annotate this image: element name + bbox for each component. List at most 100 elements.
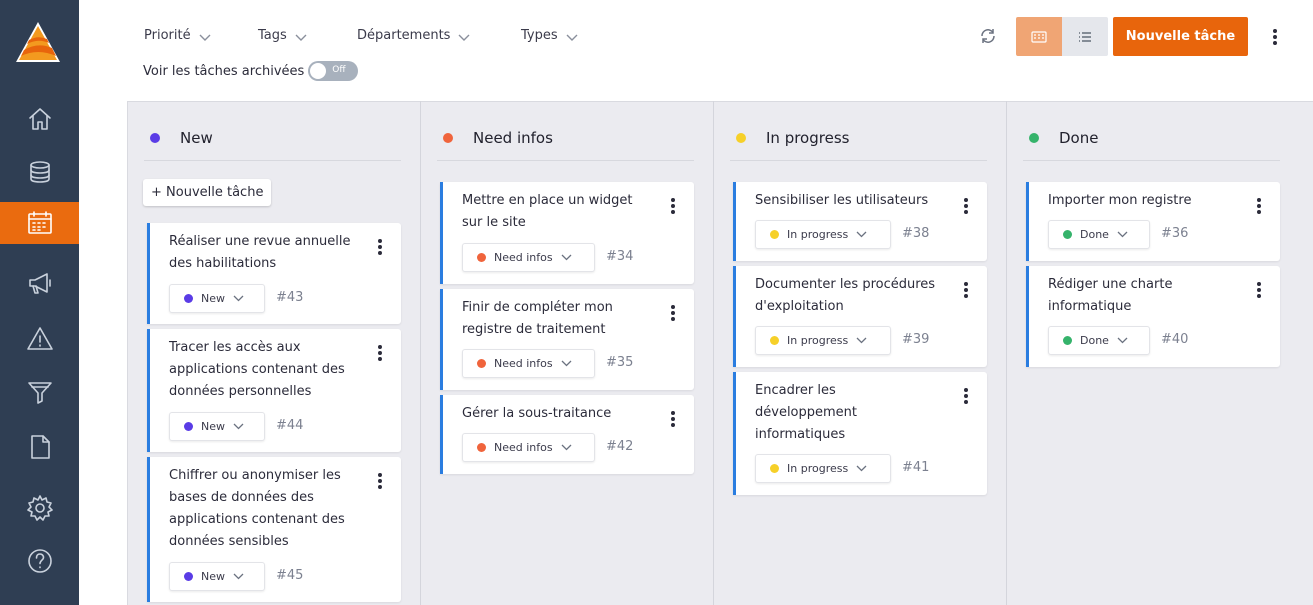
chevron-down-icon — [1117, 228, 1128, 241]
sidebar-item-risks[interactable] — [0, 318, 79, 360]
status-dropdown[interactable]: New — [169, 562, 265, 591]
chevron-down-icon — [561, 251, 572, 264]
status-dot — [770, 230, 779, 239]
sidebar-item-settings[interactable] — [0, 487, 79, 529]
task-card[interactable]: Réaliser une revue annuelle des habilita… — [147, 223, 401, 324]
card-more-button[interactable] — [1256, 198, 1262, 214]
task-card[interactable]: Documenter les procédures d'exploitation… — [733, 266, 987, 367]
add-task-button[interactable]: + Nouvelle tâche — [143, 179, 272, 206]
column-in-progress: In progress Sensibiliser les utilisateur… — [714, 101, 1007, 605]
status-dropdown[interactable]: New — [169, 284, 265, 313]
filter-priority[interactable]: Priorité — [144, 28, 211, 43]
archive-toggle[interactable]: Off — [308, 61, 359, 81]
task-title: Chiffrer ou anonymiser les bases de donn… — [169, 468, 345, 549]
status-label: New — [201, 570, 225, 583]
toggle-knob — [310, 63, 327, 79]
task-id: #40 — [1161, 332, 1189, 347]
refresh-button[interactable] — [979, 27, 999, 47]
task-title: Importer mon registre — [1048, 193, 1192, 208]
card-more-button[interactable] — [963, 198, 969, 214]
task-id: #38 — [902, 226, 930, 241]
sidebar-item-filter[interactable] — [0, 371, 79, 413]
status-dot — [1063, 230, 1072, 239]
new-task-button[interactable]: Nouvelle tâche — [1113, 17, 1248, 56]
card-more-button[interactable] — [670, 411, 676, 427]
chevron-down-icon — [233, 420, 244, 433]
status-dropdown[interactable]: Need infos — [462, 243, 595, 272]
card-more-button[interactable] — [377, 473, 383, 489]
kanban-view-button[interactable] — [1016, 17, 1062, 56]
sidebar-item-documents[interactable] — [0, 426, 79, 468]
task-card[interactable]: Encadrer les développement informatiques… — [733, 372, 987, 495]
status-dot — [770, 336, 779, 345]
archive-filter: Voir les tâches archivées Off — [143, 61, 359, 81]
card-more-button[interactable] — [1256, 282, 1262, 298]
sidebar-item-home[interactable] — [0, 98, 79, 140]
sidebar-item-communication[interactable] — [0, 262, 79, 304]
task-card[interactable]: Finir de compléter mon registre de trait… — [440, 289, 694, 390]
task-id: #44 — [276, 418, 304, 433]
status-label: New — [201, 292, 225, 305]
column-new: New + Nouvelle tâche Réaliser une revue … — [128, 101, 421, 605]
status-dropdown[interactable]: Done — [1048, 326, 1150, 355]
sidebar-item-database[interactable] — [0, 151, 79, 193]
task-card[interactable]: Tracer les accès aux applications conten… — [147, 329, 401, 452]
status-label: Done — [1080, 334, 1109, 347]
filter-types[interactable]: Types — [521, 28, 578, 43]
status-label: New — [201, 420, 225, 433]
task-card[interactable]: Importer mon registre Done #36 — [1026, 182, 1280, 261]
card-more-button[interactable] — [377, 345, 383, 361]
task-id: #45 — [276, 568, 304, 583]
task-card[interactable]: Rédiger une charte informatique Done #40 — [1026, 266, 1280, 367]
filter-tags-label: Tags — [258, 28, 287, 43]
status-dropdown[interactable]: Need infos — [462, 349, 595, 378]
warning-icon — [26, 327, 53, 350]
more-options-button[interactable] — [1268, 26, 1282, 48]
help-icon — [27, 549, 52, 573]
chevron-down-icon — [233, 570, 244, 583]
status-dropdown[interactable]: In progress — [755, 454, 891, 483]
column-need-infos: Need infos Mettre en place un widget sur… — [421, 101, 714, 605]
task-card[interactable]: Chiffrer ou anonymiser les bases de donn… — [147, 457, 401, 602]
task-title: Finir de compléter mon registre de trait… — [462, 300, 613, 337]
column-title: New — [180, 129, 213, 147]
sidebar-item-calendar[interactable] — [0, 202, 79, 244]
chevron-down-icon — [233, 292, 244, 305]
status-label: In progress — [787, 462, 849, 475]
dot — [1273, 29, 1277, 33]
task-title: Encadrer les développement informatiques — [755, 383, 858, 442]
task-id: #39 — [902, 332, 930, 347]
column-header: New — [144, 129, 401, 161]
column-header: Need infos — [437, 129, 694, 161]
card-more-button[interactable] — [670, 305, 676, 321]
calendar-icon — [27, 211, 52, 234]
card-more-button[interactable] — [963, 282, 969, 298]
filter-tags[interactable]: Tags — [258, 28, 307, 43]
task-card[interactable]: Sensibiliser les utilisateurs In progres… — [733, 182, 987, 261]
status-dropdown[interactable]: In progress — [755, 326, 891, 355]
task-card[interactable]: Mettre en place un widget sur le site Ne… — [440, 182, 694, 284]
status-dropdown[interactable]: In progress — [755, 220, 891, 249]
sidebar — [0, 0, 79, 605]
sidebar-item-help[interactable] — [0, 540, 79, 582]
status-dot — [184, 422, 193, 431]
list-view-button[interactable] — [1062, 17, 1108, 56]
status-dropdown[interactable]: Need infos — [462, 433, 595, 462]
logo-icon[interactable] — [14, 20, 62, 64]
dot — [1273, 35, 1277, 39]
database-icon — [29, 161, 50, 183]
list-icon — [1079, 31, 1091, 42]
card-more-button[interactable] — [377, 239, 383, 255]
chevron-down-icon — [561, 441, 572, 454]
card-more-button[interactable] — [963, 388, 969, 404]
status-dropdown[interactable]: Done — [1048, 220, 1150, 249]
card-more-button[interactable] — [670, 198, 676, 214]
filter-departments-label: Départements — [357, 28, 451, 43]
task-card[interactable]: Gérer la sous-traitance Need infos #42 — [440, 395, 694, 474]
chevron-down-icon — [561, 357, 572, 370]
archive-label: Voir les tâches archivées — [143, 63, 305, 79]
status-dropdown[interactable]: New — [169, 412, 265, 441]
filter-departments[interactable]: Départements — [357, 28, 470, 43]
column-title: Done — [1059, 129, 1099, 147]
chevron-down-icon — [458, 31, 470, 41]
